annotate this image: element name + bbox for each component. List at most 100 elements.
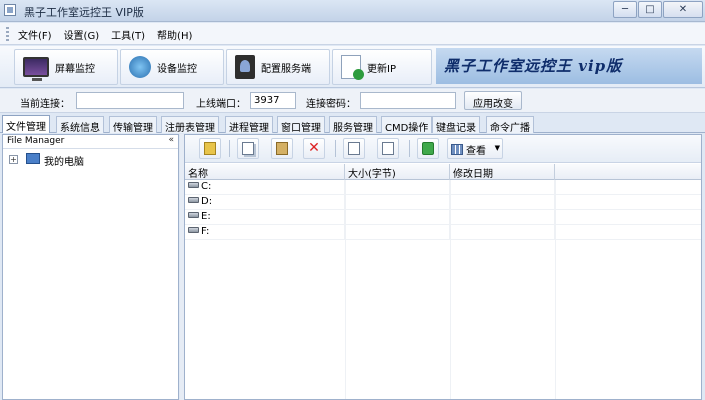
drive-icon <box>188 227 199 233</box>
configure-server-button[interactable]: 配置服务端 <box>226 49 330 85</box>
drive-size <box>345 195 450 210</box>
view-label: 查看 <box>466 146 486 157</box>
current-connection-field[interactable] <box>76 92 184 109</box>
upload-button[interactable] <box>343 138 365 159</box>
column-date[interactable]: 修改日期 <box>450 164 555 180</box>
folder-up-button[interactable] <box>199 138 221 159</box>
camera-icon <box>129 56 151 78</box>
column-name[interactable]: 名称 <box>185 164 345 180</box>
maximize-button[interactable]: □ <box>638 1 662 18</box>
menu-help[interactable]: 帮助(H) <box>157 27 192 42</box>
device-monitor-label: 设备监控 <box>157 63 197 75</box>
drive-name: E: <box>201 211 211 222</box>
tab-transfer[interactable]: 传输管理 <box>109 116 157 134</box>
screen-monitor-button[interactable]: 屏幕监控 <box>14 49 118 85</box>
tab-service[interactable]: 服务管理 <box>329 116 377 134</box>
refresh-icon <box>422 142 434 155</box>
window-controls: ─ □ ✕ <box>612 1 703 18</box>
column-size[interactable]: 大小(字节) <box>345 164 450 180</box>
file-row-c[interactable]: C: <box>185 180 701 195</box>
drive-date <box>450 180 555 195</box>
delete-icon: ✕ <box>308 140 320 156</box>
tab-broadcast[interactable]: 命令广播 <box>486 116 534 134</box>
computer-icon <box>26 153 40 164</box>
update-icon <box>341 55 364 80</box>
file-row-e[interactable]: E: <box>185 210 701 225</box>
drive-icon <box>188 182 199 188</box>
toolbar-separator <box>409 140 410 157</box>
connection-bar: 当前连接： 上线端口： 3937 连接密码： 应用改变 <box>0 89 705 113</box>
device-monitor-button[interactable]: 设备监控 <box>120 49 224 85</box>
window-title: 黑子工作室远控王 VIP版 <box>24 6 144 19</box>
tab-system-info[interactable]: 系统信息 <box>56 116 104 134</box>
copy-icon <box>242 142 254 155</box>
menu-tools[interactable]: 工具(T) <box>111 27 145 42</box>
tab-window[interactable]: 窗口管理 <box>277 116 325 134</box>
drive-date <box>450 225 555 240</box>
connection-password-label: 连接密码： <box>306 99 356 110</box>
menu-file[interactable]: 文件(F) <box>18 27 52 42</box>
drive-size <box>345 225 450 240</box>
connection-password-field[interactable] <box>360 92 456 109</box>
copy-button[interactable] <box>237 138 259 159</box>
delete-button[interactable]: ✕ <box>303 138 325 159</box>
update-ip-label: 更新IP <box>367 63 396 75</box>
tab-process[interactable]: 进程管理 <box>225 116 273 134</box>
refresh-button[interactable] <box>417 138 439 159</box>
tab-cmd[interactable]: CMD操作 <box>381 116 433 134</box>
drive-name: D: <box>201 196 213 207</box>
file-toolbar: ✕ 查看 ▼ <box>185 135 701 163</box>
file-row-f[interactable]: F: <box>185 225 701 240</box>
expand-icon[interactable]: + <box>9 155 18 164</box>
paste-icon <box>276 142 288 155</box>
dropdown-arrow-icon: ▼ <box>494 144 500 152</box>
tab-keylogger[interactable]: 键盘记录 <box>432 116 480 134</box>
drive-icon <box>188 197 199 203</box>
update-ip-button[interactable]: 更新IP <box>332 49 432 85</box>
file-list-header: 名称 大小(字节) 修改日期 <box>185 164 701 180</box>
folder-up-icon <box>204 142 216 155</box>
file-list: 名称 大小(字节) 修改日期 C: D: E: F: <box>185 164 701 399</box>
drive-name: C: <box>201 181 212 192</box>
config-icon <box>235 55 255 79</box>
title-bar: 黑子工作室远控王 VIP版 ─ □ ✕ <box>0 0 705 22</box>
menu-grip <box>6 27 9 41</box>
app-icon <box>4 4 16 16</box>
menu-settings[interactable]: 设置(G) <box>64 27 100 42</box>
file-row-d[interactable]: D: <box>185 195 701 210</box>
close-button[interactable]: ✕ <box>663 1 703 18</box>
tree-node-my-computer[interactable]: + 我的电脑 <box>3 151 178 168</box>
function-tabs: 文件管理 系统信息 传输管理 注册表管理 进程管理 窗口管理 服务管理 CMD操… <box>0 115 705 134</box>
toolbar-separator <box>335 140 336 157</box>
drive-icon <box>188 212 199 218</box>
drive-date <box>450 195 555 210</box>
collapse-icon[interactable]: « <box>168 135 174 145</box>
toolbar-separator <box>229 140 230 157</box>
tab-registry[interactable]: 注册表管理 <box>161 116 219 134</box>
monitor-icon <box>23 57 49 81</box>
brand-banner: 黑子工作室远控王 vip版 <box>436 48 702 84</box>
paste-button[interactable] <box>271 138 293 159</box>
file-list-panel: ✕ 查看 ▼ 名称 大小(字节) 修改日期 C: D: E: F: <box>184 134 702 400</box>
tab-file-manager[interactable]: 文件管理 <box>2 115 50 133</box>
online-port-field[interactable]: 3937 <box>250 92 296 109</box>
file-tree-panel: File Manager « + 我的电脑 <box>2 134 179 400</box>
current-connection-label: 当前连接： <box>20 99 70 110</box>
download-icon <box>382 142 394 155</box>
drive-size <box>345 210 450 225</box>
apply-changes-button[interactable]: 应用改变 <box>464 91 522 110</box>
view-button[interactable]: 查看 ▼ <box>447 138 503 159</box>
file-manager-title: File Manager <box>7 136 65 146</box>
drive-size <box>345 180 450 195</box>
download-button[interactable] <box>377 138 399 159</box>
menu-bar: 文件(F) 设置(G) 工具(T) 帮助(H) <box>0 23 705 45</box>
view-icon <box>451 144 463 155</box>
tree-label: 我的电脑 <box>44 157 84 168</box>
configure-server-label: 配置服务端 <box>261 63 311 75</box>
minimize-button[interactable]: ─ <box>613 1 637 18</box>
drive-date <box>450 210 555 225</box>
upload-icon <box>348 142 360 155</box>
drive-name: F: <box>201 226 210 237</box>
screen-monitor-label: 屏幕监控 <box>55 63 95 75</box>
online-port-label: 上线端口： <box>196 99 246 110</box>
